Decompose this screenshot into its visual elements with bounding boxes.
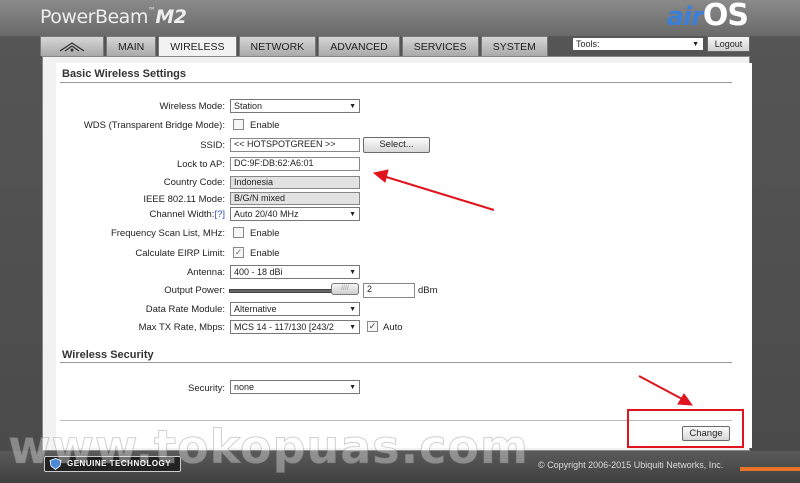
copyright-text: © Copyright 2006-2015 Ubiquiti Networks,… [538,460,724,470]
footer-accent-strip [740,467,800,471]
annotation-overlay [372,169,744,448]
watermark-text: www.tokopuas.com [8,420,529,475]
